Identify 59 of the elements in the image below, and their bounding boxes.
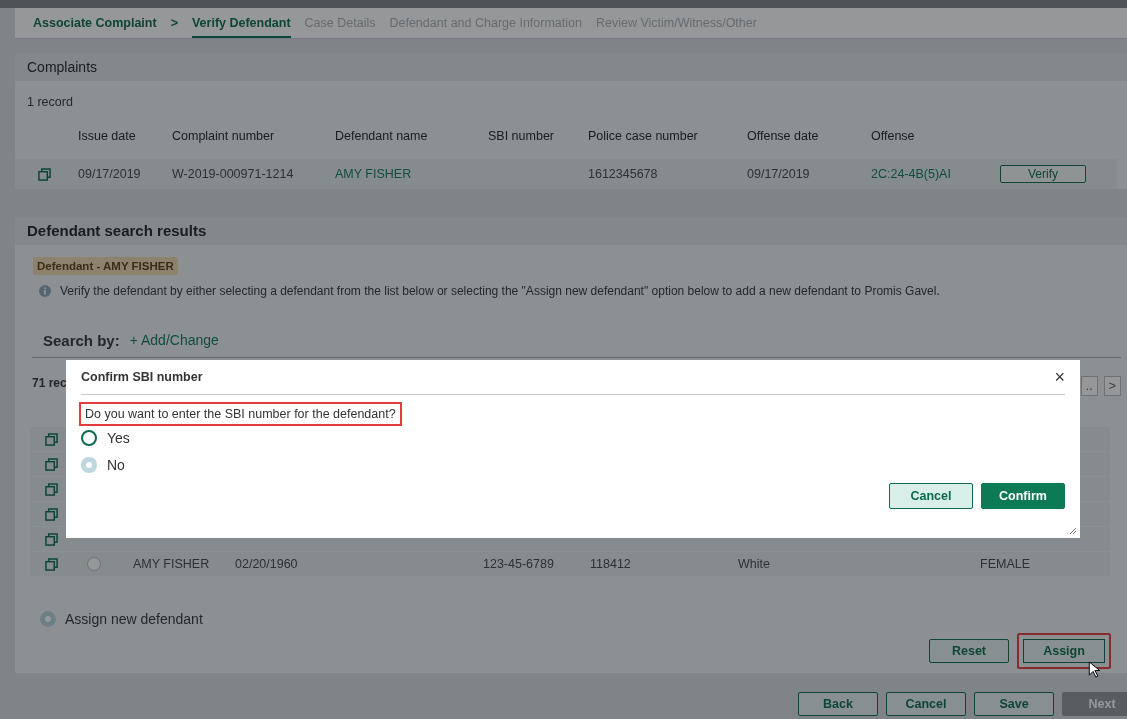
table-cell-text: 09/17/2019 bbox=[747, 167, 811, 181]
add-change-link[interactable]: + Add/Change bbox=[129, 332, 219, 348]
column-header: Issue date bbox=[78, 129, 137, 143]
column-header: Police case number bbox=[588, 129, 699, 143]
record-count: 1 record bbox=[26, 94, 74, 111]
copy-icon[interactable] bbox=[45, 507, 58, 521]
column-header: Complaint number bbox=[172, 129, 276, 143]
table-cell-text: W-2019-000971-1214 bbox=[172, 167, 295, 181]
pager-button[interactable]: .. bbox=[1080, 376, 1098, 396]
table-cell-text: 1612345678 bbox=[588, 167, 659, 181]
verify-button[interactable]: Verify bbox=[1000, 165, 1086, 183]
table-cell-text: AMY FISHER bbox=[133, 557, 211, 571]
dialog-title: Confirm SBI number bbox=[81, 370, 203, 384]
nav-button[interactable]: Save bbox=[974, 692, 1054, 716]
pager-button[interactable]: > bbox=[1103, 376, 1121, 396]
radio-label: Yes bbox=[107, 430, 130, 446]
section-header: Complaints bbox=[15, 53, 1127, 81]
radio-button[interactable] bbox=[81, 457, 97, 473]
table-cell-text: 123-45-6789 bbox=[483, 557, 555, 571]
table-cell-text: White bbox=[738, 557, 771, 571]
defendant-tag: Defendant - AMY FISHER bbox=[33, 257, 178, 275]
info-icon bbox=[39, 285, 51, 297]
table-cell-text: 09/17/2019 bbox=[78, 167, 142, 181]
action-button[interactable]: Assign bbox=[1017, 633, 1111, 669]
dialog-button[interactable]: Confirm bbox=[981, 483, 1065, 509]
action-button[interactable]: Reset bbox=[929, 639, 1009, 663]
table-cell-text: 02/20/1960 bbox=[235, 557, 299, 571]
nav-button[interactable]: Cancel bbox=[886, 692, 966, 716]
cursor-icon bbox=[1088, 661, 1100, 678]
table-link[interactable]: AMY FISHER bbox=[335, 167, 488, 181]
step-tab[interactable]: Associate Complaint bbox=[33, 8, 157, 38]
copy-icon[interactable] bbox=[45, 432, 58, 446]
dialog-question: Do you want to enter the SBI number for the defendant? bbox=[81, 404, 400, 424]
dialog-button[interactable]: Cancel bbox=[889, 483, 973, 509]
copy-icon[interactable] bbox=[38, 167, 51, 181]
radio-label: Assign new defendant bbox=[65, 611, 203, 627]
table-cell-text: FEMALE bbox=[980, 557, 1031, 571]
info-text: Verify the defendant by either selecting a defendant from the list below or selecting the "Assign new defendant" option below to add a new defendant to Promis Gavel. bbox=[60, 284, 940, 298]
nav-button[interactable]: Back bbox=[798, 692, 878, 716]
column-header: Defendant name bbox=[335, 129, 429, 143]
copy-icon[interactable] bbox=[45, 532, 58, 546]
step-tab[interactable]: Verify Defendant bbox=[191, 8, 291, 38]
copy-icon[interactable] bbox=[45, 482, 58, 496]
column-header: Offense bbox=[871, 129, 916, 143]
resize-grip-icon bbox=[1069, 527, 1077, 535]
radio-button[interactable] bbox=[87, 557, 101, 571]
record-count: 71 rec bbox=[32, 376, 67, 392]
section-header: Defendant search results bbox=[15, 217, 1127, 245]
radio-label: No bbox=[107, 457, 125, 473]
close-button[interactable]: × bbox=[1054, 366, 1065, 388]
table-cell-text: 118412 bbox=[590, 557, 632, 571]
column-header: Offense date bbox=[747, 129, 820, 143]
table-link[interactable]: 2C:24-4B(5)AI bbox=[871, 167, 1000, 181]
copy-icon[interactable] bbox=[45, 457, 58, 471]
separator-chevron: > bbox=[170, 16, 178, 30]
column-header: SBI number bbox=[488, 129, 555, 143]
radio-button[interactable] bbox=[81, 430, 97, 446]
copy-icon[interactable] bbox=[45, 557, 58, 571]
search-by-label: Search by: bbox=[43, 331, 120, 349]
